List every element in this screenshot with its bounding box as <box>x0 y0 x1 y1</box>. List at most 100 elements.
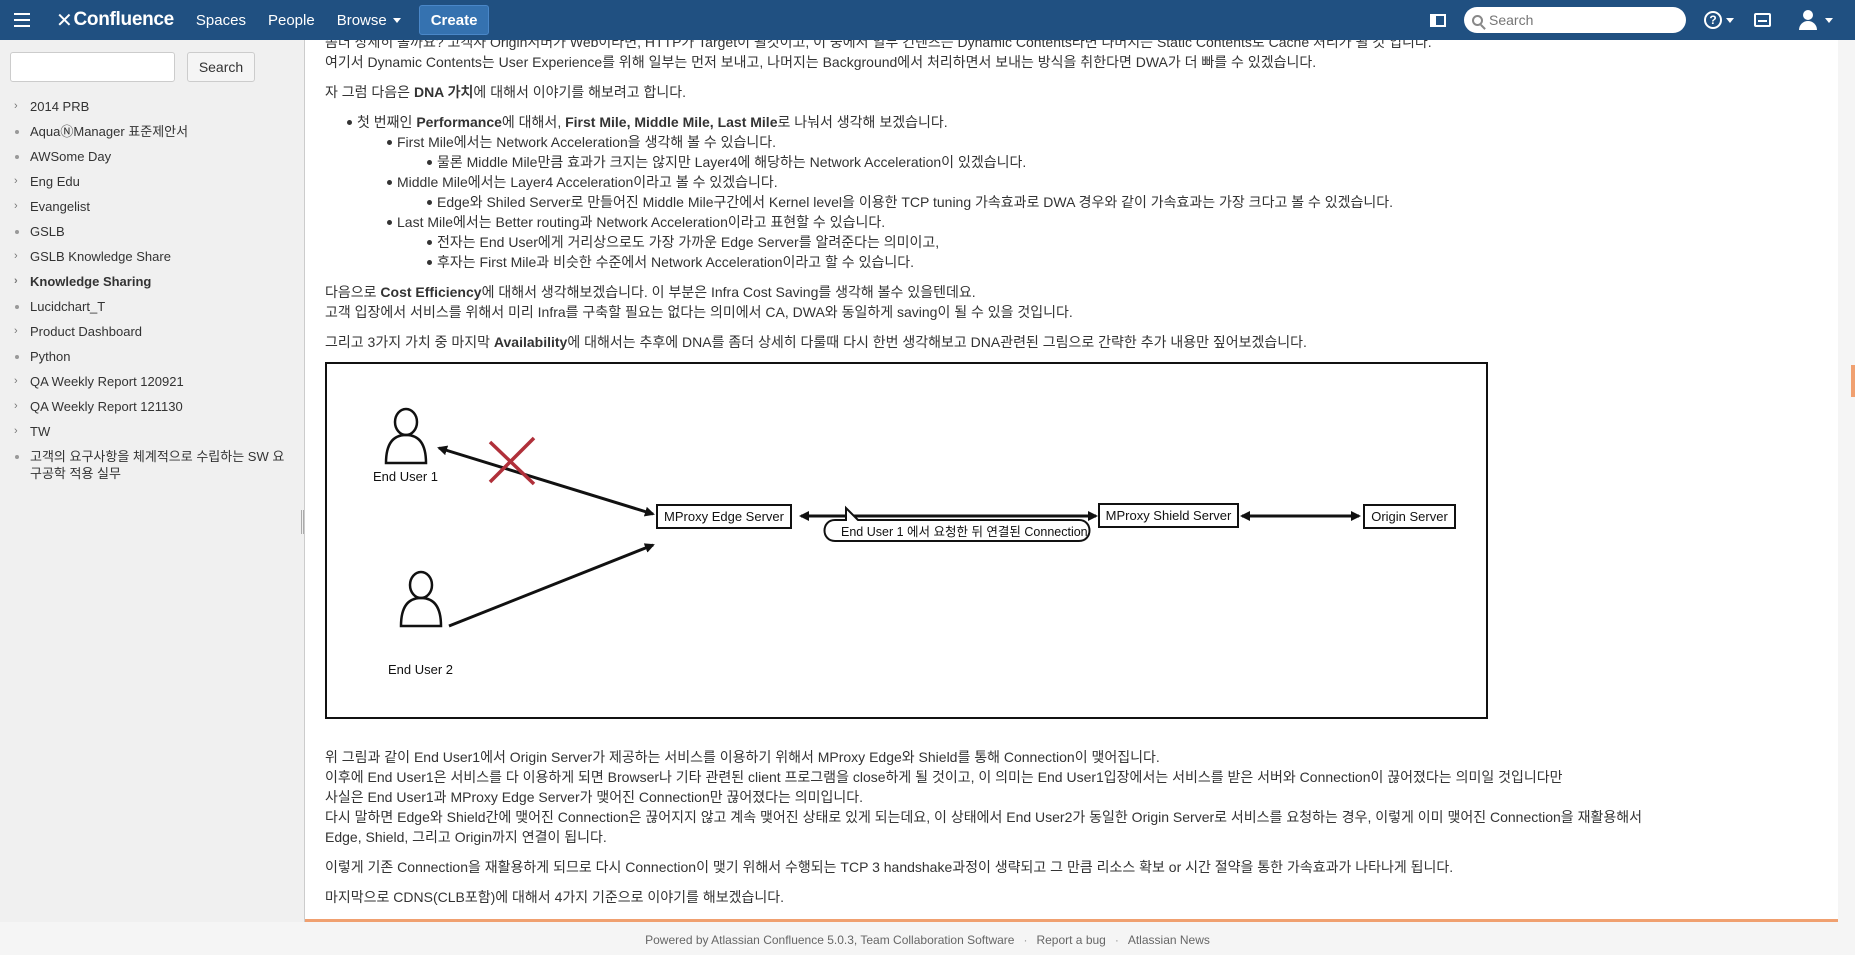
end-user-2-figure-icon <box>399 570 443 628</box>
paragraph-cdns: 마지막으로 CDNS(CLB포함)에 대해서 4가지 기준으로 이야기를 해보겠… <box>325 889 784 905</box>
confluence-logo[interactable]: ✕ Confluence <box>56 8 174 33</box>
powered-by-text: Powered by Atlassian Confluence 5.0.3, T… <box>645 933 1015 947</box>
diagram-canvas <box>384 407 1361 628</box>
bold-text: Availability <box>493 334 568 350</box>
nav-spaces[interactable]: Spaces <box>196 12 246 29</box>
help-caret-icon[interactable] <box>1726 17 1734 23</box>
bold-text: Cost Efficiency <box>380 284 482 300</box>
header-search-input[interactable] <box>1489 12 1669 28</box>
nav-browse[interactable]: Browse <box>337 12 401 29</box>
disconnected-x-icon <box>488 436 536 486</box>
text: 에 대해서 생각해보겠습니다. 이 부분은 Infra Cost Saving를… <box>481 284 976 300</box>
sidebar-tree-item-label: QA Weekly Report 120921 <box>30 374 184 389</box>
atlassian-news-link[interactable]: Atlassian News <box>1128 933 1210 947</box>
text: 로 나눠서 생각해 보겠습니다. <box>777 114 948 130</box>
text: Edge, Shield, 그리고 Origin까지 연결이 됩니다. <box>325 829 607 845</box>
user2-edge-connection-line <box>448 543 655 628</box>
paragraph-availability: 그리고 3가지 가치 중 마지막 Availability에 대해서는 추후에 … <box>325 332 1805 352</box>
sidebar-tree-item[interactable]: AWSome Day <box>0 148 300 165</box>
sidebar-tree-item-label: GSLB Knowledge Share <box>30 249 171 264</box>
header-search[interactable] <box>1464 7 1686 33</box>
sidebar-tree-item-label: TW <box>30 424 51 439</box>
bullet-icon <box>15 355 19 359</box>
sidebar-tree-item[interactable]: › Evangelist <box>0 198 300 215</box>
list-item: 후자는 First Mile과 비슷한 수준에서 Network Acceler… <box>325 252 1805 272</box>
list-item: Middle Mile에서는 Layer4 Acceleration이라고 볼 … <box>325 172 1805 192</box>
help-icon[interactable]: ? <box>1704 11 1722 29</box>
sidebar-tree-item-label: Product Dashboard <box>30 324 143 339</box>
bullet-icon <box>15 130 19 134</box>
confluence-x-icon: ✕ <box>56 9 73 32</box>
sidebar-tree-item-label: Evangelist <box>30 199 90 214</box>
user-caret-icon[interactable] <box>1825 17 1833 23</box>
notifications-icon[interactable] <box>1754 13 1771 27</box>
chevron-right-icon[interactable]: › <box>14 398 18 415</box>
chevron-right-icon[interactable]: › <box>14 273 18 290</box>
list-item: 첫 번째인 Performance에 대해서, First Mile, Midd… <box>325 112 1805 132</box>
chevron-right-icon[interactable]: › <box>14 323 18 340</box>
sidebar-search-button[interactable]: Search <box>187 52 255 82</box>
main-content: 좀더 상세히 볼까요? 고객사 Origin서버가 Web이라면, HTTP가 … <box>305 40 1838 922</box>
bold-text: DNA 가치 <box>413 84 474 100</box>
bullet-icon <box>15 305 19 309</box>
chevron-right-icon[interactable]: › <box>14 373 18 390</box>
sidebar-tree-item[interactable]: › TW <box>0 423 300 440</box>
origin-server-box: Origin Server <box>1363 504 1456 529</box>
paragraph-cost: 다음으로 Cost Efficiency에 대해서 생각해보겠습니다. 이 부분… <box>325 282 1805 322</box>
sidebar-resize-handle[interactable] <box>301 510 304 534</box>
sidebar-tree-item-label: Python <box>30 349 71 364</box>
chevron-right-icon[interactable]: › <box>14 173 18 190</box>
sidebar-tree-item-label: Knowledge Sharing <box>30 274 152 289</box>
sidebar-tree-item-label: 2014 PRB <box>30 99 90 114</box>
end-user-1-figure-icon <box>384 407 428 465</box>
sidebar-tree-item[interactable]: Lucidchart_T <box>0 298 300 315</box>
sidebar-tree-item[interactable]: GSLB <box>0 223 300 240</box>
chevron-right-icon[interactable]: › <box>14 98 18 115</box>
list-item: Edge와 Shiled Server로 만들어진 Middle Mile구간에… <box>325 192 1805 212</box>
end-user-1-label: End User 1 <box>373 469 439 484</box>
sidebar-tree-item[interactable]: › QA Weekly Report 121130 <box>0 398 300 415</box>
paragraph-explanation: 위 그림과 같이 End User1에서 Origin Server가 제공하는… <box>325 747 1805 847</box>
chevron-right-icon[interactable]: › <box>14 198 18 215</box>
sidebar-tree-item-label: GSLB <box>30 224 65 239</box>
intro-line-2: 여기서 Dynamic Contents는 User Experience를 위… <box>325 54 1317 70</box>
page-tree: › 2014 PRB AquaⓃManager 표준제안서 AWSome Day › En… <box>0 98 300 490</box>
sidebar-tree-item-label: Eng Edu <box>30 174 80 189</box>
text: 자 그럼 다음은 <box>325 84 414 100</box>
create-button[interactable]: Create <box>418 5 490 35</box>
sidebar-tree-item[interactable]: › GSLB Knowledge Share <box>0 248 300 265</box>
sidebar-tree-item[interactable]: › Product Dashboard <box>0 323 300 340</box>
sidebar-search-input[interactable] <box>10 52 175 82</box>
paragraph-handshake: 이렇게 기존 Connection을 재활용하게 되므로 다시 Connecti… <box>325 859 1454 875</box>
paragraph-dna-value: 자 그럼 다음은 DNA 가치에 대해서 이야기를 해보려고 합니다. <box>325 82 1805 102</box>
sidebar-tree-item[interactable]: › Knowledge Sharing <box>0 273 300 290</box>
nav-people[interactable]: People <box>268 12 315 29</box>
report-bug-link[interactable]: Report a bug <box>1036 933 1105 947</box>
text: 에 대해서 이야기를 해보려고 합니다. <box>473 84 687 100</box>
text: 그리고 3가지 가치 중 마지막 <box>325 334 494 350</box>
sidebar-search: Search <box>10 52 255 82</box>
sidebar-tree-item[interactable]: › 2014 PRB <box>0 98 300 115</box>
list-item: First Mile에서는 Network Acceleration을 생각해 … <box>325 132 1805 152</box>
text: 사실은 End User1과 MProxy Edge Server가 맺어진 C… <box>325 789 864 805</box>
chevron-right-icon[interactable]: › <box>14 423 18 440</box>
sidebar-tree-item[interactable]: › QA Weekly Report 120921 <box>0 373 300 390</box>
sidebar-tree-item-label: AquaⓃManager 표준제안서 <box>30 124 189 139</box>
bullet-icon <box>15 230 19 234</box>
text: 다음으로 <box>325 284 381 300</box>
sidebar-tree-item[interactable]: › Eng Edu <box>0 173 300 190</box>
page-body: 좀더 상세히 볼까요? 고객사 Origin서버가 Web이라면, HTTP가 … <box>325 40 1805 917</box>
sidebar-tree-item[interactable]: 고객의 요구사항을 체계적으로 수립하는 SW 요구공학 적용 실무 <box>0 448 300 482</box>
list-item: 물론 Middle Mile만큼 효과가 크지는 않지만 Layer4에 해당하… <box>325 152 1805 172</box>
sidebar-tree-item[interactable]: AquaⓃManager 표준제안서 <box>0 123 300 140</box>
scroll-position-marker <box>1851 365 1855 397</box>
chevron-right-icon[interactable]: › <box>14 248 18 265</box>
menu-icon[interactable] <box>14 0 42 40</box>
sidebar-tree-item-label: 고객의 요구사항을 체계적으로 수립하는 SW 요구공학 적용 실무 <box>30 449 285 481</box>
user-avatar-icon[interactable] <box>1797 9 1819 31</box>
sidebar-tree-item[interactable]: Python <box>0 348 300 365</box>
sidebar-toggle-icon[interactable] <box>1430 13 1446 27</box>
text: 이후에 End User1은 서비스를 다 이용하게 되면 Browser나 기… <box>325 769 1563 785</box>
footer-separator: · <box>1114 933 1119 947</box>
